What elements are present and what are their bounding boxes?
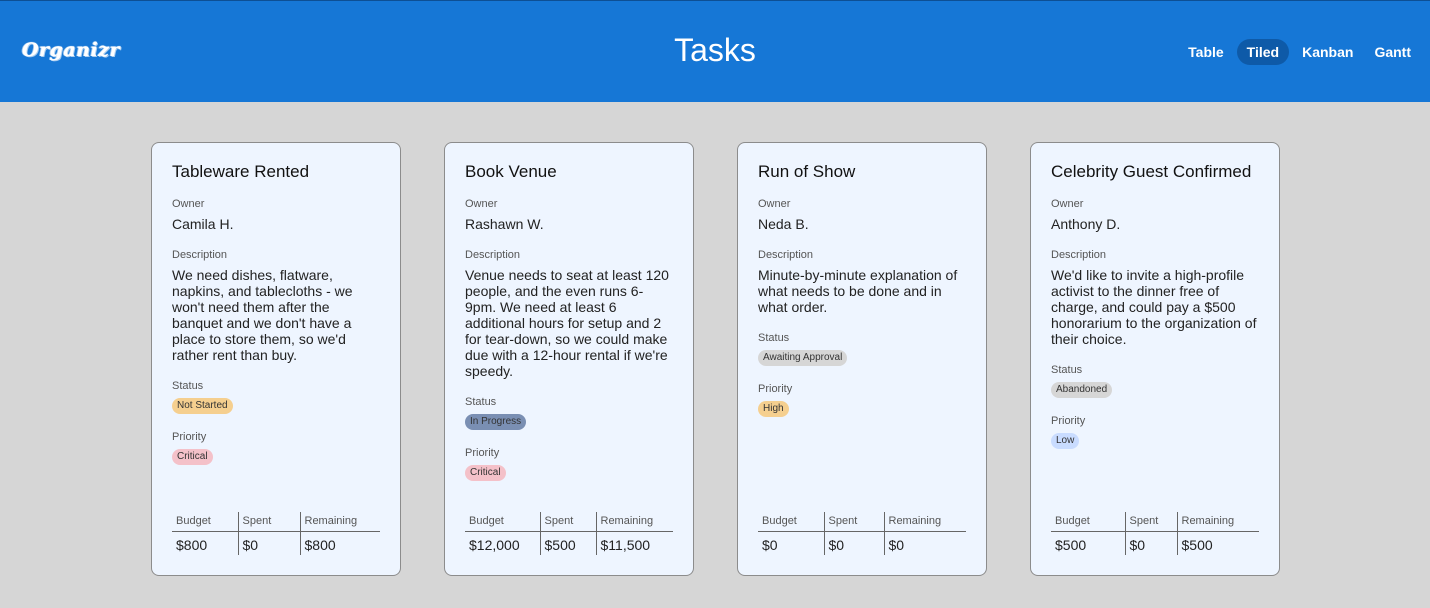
owner-value: Camila H. <box>172 216 234 232</box>
view-switcher: Table Tiled Kanban Gantt <box>1175 39 1419 65</box>
budget-value: $800 <box>172 531 239 555</box>
description-label: Description <box>172 249 228 261</box>
description-value: We need dishes, flatware, napkins, and t… <box>172 267 353 363</box>
priority-label: Priority <box>172 431 207 443</box>
priority-badge: High <box>758 401 789 417</box>
priority-label: Priority <box>1051 415 1086 427</box>
remaining-value: $500 <box>1181 537 1213 553</box>
owner-value: Neda B. <box>758 216 809 232</box>
status-badge: Awaiting Approval <box>758 350 848 366</box>
task-card[interactable]: Run of Show Owner Neda B. Description Mi… <box>737 142 987 576</box>
owner-label: Owner <box>172 198 205 210</box>
priority-label: Priority <box>758 383 793 395</box>
budget-table: Budget Spent Remaining $500 $0 $500 <box>1051 512 1259 555</box>
priority-badge: Critical <box>172 449 213 465</box>
task-title: Run of Show <box>758 162 856 181</box>
status-badge: Abandoned <box>1051 382 1113 398</box>
status-label: Status <box>1051 364 1083 376</box>
priority-badge: Low <box>1051 433 1080 449</box>
owner-value: Anthony D. <box>1051 216 1121 232</box>
spent-value: $0 <box>238 531 301 555</box>
status-badge: In Progress <box>465 414 527 430</box>
spent-header: Spent <box>540 512 597 532</box>
spent-header: Spent <box>1125 512 1178 532</box>
status-label: Status <box>172 380 204 392</box>
owner-label: Owner <box>1051 198 1084 210</box>
budget-header: Budget <box>1051 512 1126 532</box>
remaining-header: Remaining <box>300 512 380 532</box>
view-tab-tiled[interactable]: Tiled <box>1236 39 1290 65</box>
app-header: Organizr Tasks Table Tiled Kanban Gantt <box>0 0 1430 102</box>
remaining-value: $0 <box>888 537 905 553</box>
status-label: Status <box>758 332 790 344</box>
remaining-header: Remaining <box>596 512 673 532</box>
remaining-value: $800 <box>304 537 336 553</box>
description-label: Description <box>758 249 814 261</box>
description-label: Description <box>1051 249 1107 261</box>
description-label: Description <box>465 249 521 261</box>
priority-label: Priority <box>465 447 500 459</box>
remaining-header: Remaining <box>884 512 966 532</box>
owner-label: Owner <box>465 198 498 210</box>
description-value: Venue needs to seat at least 120 people,… <box>465 267 669 379</box>
spent-value: $0 <box>824 531 885 555</box>
view-tab-kanban[interactable]: Kanban <box>1294 39 1361 65</box>
view-tab-table[interactable]: Table <box>1180 39 1232 65</box>
task-card[interactable]: Tableware Rented Owner Camila H. Descrip… <box>151 142 401 576</box>
budget-table: Budget Spent Remaining $12,000 $500 $11,… <box>465 512 673 555</box>
task-card[interactable]: Book Venue Owner Rashawn W. Description … <box>444 142 694 576</box>
description-value: We'd like to invite a high-profile activ… <box>1051 267 1257 347</box>
description-value: Minute-by-minute explanation of what nee… <box>758 267 958 315</box>
status-label: Status <box>465 396 497 408</box>
budget-value: $500 <box>1051 531 1126 555</box>
view-tab-gantt[interactable]: Gantt <box>1366 39 1419 65</box>
budget-table: Budget Spent Remaining $800 $0 $800 <box>172 512 380 555</box>
remaining-value: $11,500 <box>600 537 651 553</box>
budget-header: Budget <box>465 512 541 532</box>
spent-header: Spent <box>824 512 885 532</box>
app-logo[interactable]: Organizr <box>22 39 120 61</box>
owner-label: Owner <box>758 198 791 210</box>
task-title: Celebrity Guest Confirmed <box>1051 162 1252 181</box>
budget-value: $12,000 <box>465 531 541 555</box>
spent-value: $0 <box>1125 531 1178 555</box>
task-title: Tableware Rented <box>172 162 310 181</box>
status-badge: Not Started <box>172 398 233 414</box>
spent-value: $500 <box>540 531 597 555</box>
budget-table: Budget Spent Remaining $0 $0 $0 <box>758 512 966 555</box>
budget-header: Budget <box>758 512 825 532</box>
remaining-header: Remaining <box>1177 512 1259 532</box>
task-title: Book Venue <box>465 162 557 181</box>
owner-value: Rashawn W. <box>465 216 544 232</box>
priority-badge: Critical <box>465 465 506 481</box>
budget-value: $0 <box>758 531 825 555</box>
task-card[interactable]: Celebrity Guest Confirmed Owner Anthony … <box>1030 142 1280 576</box>
task-cards: Tableware Rented Owner Camila H. Descrip… <box>151 142 1323 576</box>
budget-header: Budget <box>172 512 239 532</box>
spent-header: Spent <box>238 512 301 532</box>
